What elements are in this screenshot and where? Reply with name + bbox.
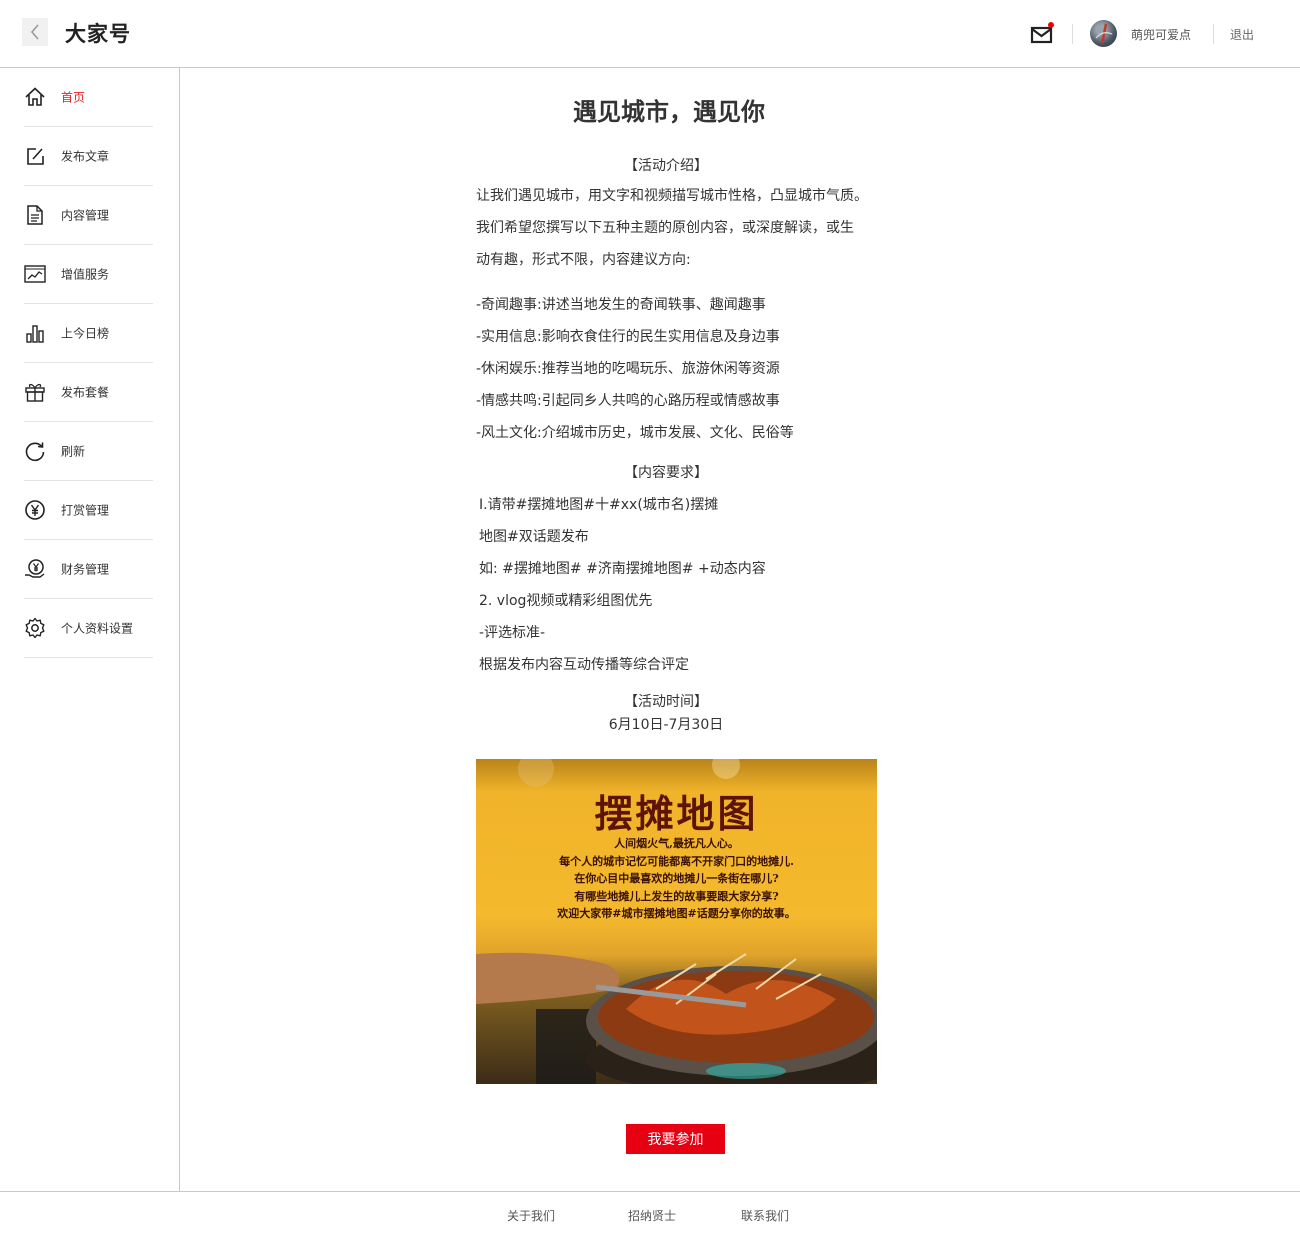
logout-link[interactable]: 退出: [1230, 26, 1254, 43]
header-divider: [1072, 24, 1073, 44]
topic-item: -奇闻趣事:讲述当地发生的奇闻轶事、趣闻趣事: [476, 297, 766, 313]
poster-line: 欢迎大家带#城市摆摊地图#话题分享你的故事。: [557, 907, 796, 920]
footer-link-careers[interactable]: 招纳贤士: [628, 1207, 676, 1224]
requirement-item: 地图#双话题发布: [479, 529, 589, 545]
time-value: 6月10日-7月30日: [608, 717, 724, 733]
sidebar-item-tip-management[interactable]: 打赏管理: [24, 481, 153, 540]
sidebar-item-label: 刷新: [61, 444, 86, 459]
sidebar-item-publish-article[interactable]: 发布文章: [24, 127, 153, 186]
home-icon: [25, 87, 45, 106]
requirement-item: I.请带#摆摊地图#十#xx(城市名)摆摊: [479, 497, 719, 513]
topic-item: -休闲娱乐:推荐当地的吃喝玩乐、旅游休闲等资源: [476, 361, 780, 377]
requirement-item: -评选标准-: [479, 625, 546, 641]
gift-icon: [25, 383, 45, 402]
join-button[interactable]: 我要参加: [626, 1124, 725, 1154]
sidebar: 首页 发布文章 内容管理 增值服务 上今日榜 发布套餐 刷新 打赏管理 财务管理…: [0, 68, 180, 1191]
avatar[interactable]: [1090, 20, 1117, 47]
bar-chart-icon: [26, 325, 44, 343]
poster-title: 摆摊地图: [594, 791, 759, 836]
avatar-image: [1095, 23, 1113, 45]
sidebar-item-label: 打赏管理: [61, 503, 110, 518]
back-button[interactable]: [22, 18, 48, 46]
footer: 关于我们 招纳贤士 联系我们: [0, 1191, 1300, 1251]
sidebar-item-label: 增值服务: [61, 267, 110, 282]
topic-item: -情感共鸣:引起同乡人共鸣的心路历程或情感故事: [476, 393, 780, 409]
poster-line: 有哪些地摊儿上发生的故事要跟大家分享?: [574, 889, 779, 903]
footer-link-contact[interactable]: 联系我们: [741, 1207, 789, 1224]
poster-line: 在你心目中最喜欢的地摊儿一条街在哪儿?: [574, 872, 779, 885]
time-heading: 【活动时间】: [624, 694, 708, 710]
page-title: 遇见城市，遇见你: [573, 98, 765, 126]
sidebar-item-profile-settings[interactable]: 个人资料设置: [24, 599, 153, 658]
sidebar-item-content-management[interactable]: 内容管理: [24, 186, 153, 245]
yen-hand-icon: [25, 559, 45, 578]
requirement-item: 根据发布内容互动传播等综合评定: [479, 657, 689, 673]
top-header: 大家号 萌兜可爱点 退出: [0, 0, 1300, 68]
topic-item: -风土文化:介绍城市历史，城市发展、文化、民俗等: [476, 425, 794, 441]
sidebar-item-publish-package[interactable]: 发布套餐: [24, 363, 153, 422]
poster-line: 人间烟火气,最抚凡人心。: [614, 837, 739, 850]
intro-line: 我们希望您撰写以下五种主题的原创内容，或深度解读，或生: [476, 220, 854, 236]
yen-coin-icon: [25, 500, 45, 520]
refresh-icon: [25, 442, 45, 462]
requirement-item: 2. vlog视频或精彩组图优先: [479, 593, 653, 609]
intro-heading: 【活动介绍】: [624, 158, 708, 174]
user-name[interactable]: 萌兜可爱点: [1131, 26, 1191, 43]
sidebar-item-label: 首页: [61, 90, 86, 105]
footer-link-about[interactable]: 关于我们: [507, 1207, 555, 1224]
chevron-left-icon: [30, 24, 39, 40]
sidebar-item-label: 内容管理: [61, 208, 110, 223]
document-icon: [27, 205, 43, 225]
event-poster: 摆摊地图 人间烟火气,最抚凡人心。 每个人的城市记忆可能都离不开家门口的地摊儿.…: [476, 759, 877, 1084]
sidebar-item-refresh[interactable]: 刷新: [24, 422, 153, 481]
sidebar-item-label: 财务管理: [61, 562, 110, 577]
intro-line: 动有趣，形式不限，内容建议方向:: [476, 252, 691, 268]
sidebar-item-label: 发布套餐: [61, 385, 110, 400]
intro-line: 让我们遇见城市，用文字和视频描写城市性格，凸显城市气质。: [476, 188, 868, 204]
gear-icon: [25, 617, 45, 639]
sidebar-item-home[interactable]: 首页: [24, 68, 153, 127]
sidebar-item-label: 发布文章: [61, 149, 110, 164]
requirements-heading: 【内容要求】: [624, 465, 708, 481]
notification-dot: [1048, 22, 1054, 28]
app-title: 大家号: [65, 22, 131, 46]
header-divider: [1213, 24, 1214, 44]
edit-icon: [27, 148, 44, 165]
topic-item: -实用信息:影响衣食住行的民生实用信息及身边事: [476, 329, 780, 345]
sidebar-item-finance-management[interactable]: 财务管理: [24, 540, 153, 599]
sidebar-item-label: 上今日榜: [61, 326, 110, 341]
poster-text: 人间烟火气,最抚凡人心。 每个人的城市记忆可能都离不开家门口的地摊儿. 在你心目…: [476, 835, 877, 923]
sidebar-item-label: 个人资料设置: [61, 621, 134, 636]
sidebar-item-value-added[interactable]: 增值服务: [24, 245, 153, 304]
requirement-item: 如: #摆摊地图# #济南摆摊地图# +动态内容: [479, 561, 766, 577]
main-content: 遇见城市，遇见你 【活动介绍】 让我们遇见城市，用文字和视频描写城市性格，凸显城…: [180, 68, 1300, 1191]
sidebar-item-daily-rank[interactable]: 上今日榜: [24, 304, 153, 363]
poster-line: 每个人的城市记忆可能都离不开家门口的地摊儿.: [559, 854, 794, 868]
trend-chart-icon: [24, 265, 46, 283]
